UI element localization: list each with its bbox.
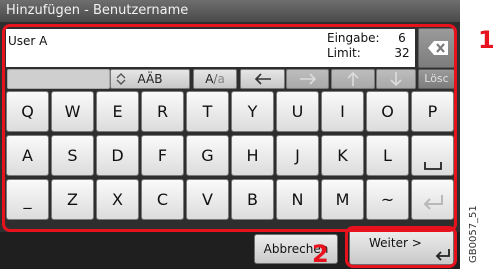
highlight-frame-next <box>345 226 457 268</box>
callout-1: 1 <box>478 26 495 54</box>
figure-code: GB0057_51 <box>468 205 479 263</box>
window-title: Hinzufügen - Benutzername <box>6 3 189 18</box>
highlight-frame-keyboard <box>2 24 457 232</box>
title-bar: Hinzufügen - Benutzername <box>0 0 460 22</box>
callout-2: 2 <box>312 240 329 268</box>
